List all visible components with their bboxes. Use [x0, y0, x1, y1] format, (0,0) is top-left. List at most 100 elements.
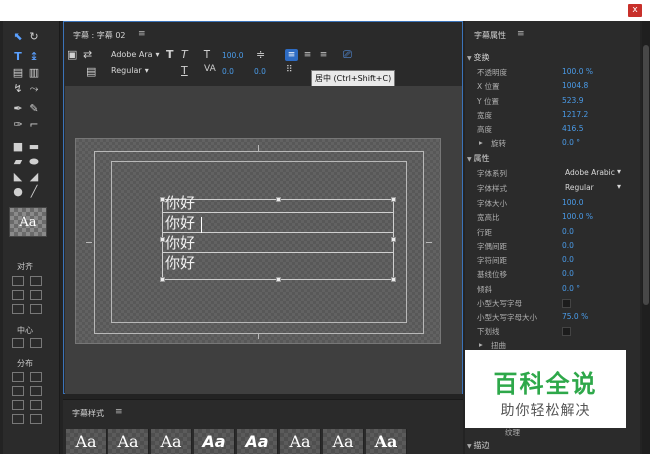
font-size-value[interactable]: 100.0: [562, 198, 583, 207]
slant-value[interactable]: 0.0 °: [562, 284, 580, 293]
center-vertical-icon[interactable]: [30, 338, 42, 348]
distribute-center-v-icon[interactable]: [30, 386, 42, 396]
pen-tool-icon[interactable]: ✒: [11, 102, 25, 116]
underline-icon[interactable]: T: [181, 64, 188, 77]
delete-anchor-tool-icon[interactable]: ✎: [27, 102, 41, 116]
style-sample[interactable]: Aa: [280, 429, 321, 454]
kerning-value[interactable]: 0.0: [222, 67, 234, 76]
style-sample[interactable]: Aa: [151, 429, 192, 454]
aspect-value[interactable]: 100.0 %: [562, 212, 593, 221]
templates-icon[interactable]: ▤: [86, 65, 96, 78]
style-sample[interactable]: Aa: [108, 429, 149, 454]
small-caps-size-value[interactable]: 75.0 %: [562, 312, 588, 321]
styles-menu-icon[interactable]: ≡: [115, 407, 123, 417]
title-text-line[interactable]: 你好: [165, 194, 195, 212]
properties-menu-icon[interactable]: ≡: [517, 29, 525, 39]
resize-handle[interactable]: [276, 197, 281, 202]
chevron-down-icon[interactable]: ▾: [617, 167, 621, 176]
selection-tool-icon[interactable]: ⬉: [11, 30, 25, 44]
rotation-value[interactable]: 0.0 °: [562, 138, 580, 147]
rotation-expand-icon[interactable]: ▸: [479, 138, 483, 147]
line-tool-icon[interactable]: ╱: [27, 185, 41, 199]
leading-value[interactable]: 0.0: [254, 67, 266, 76]
align-right-button[interactable]: ≡: [317, 49, 330, 61]
rectangle-tool-icon[interactable]: ■: [11, 140, 25, 154]
align-center-button[interactable]: ≡: [301, 49, 314, 61]
distribute-top-icon[interactable]: [30, 372, 42, 382]
title-canvas[interactable]: 你好 你好 你好 你好: [75, 138, 441, 344]
arc-tool-icon[interactable]: ◢: [27, 170, 41, 184]
style-swatch[interactable]: Aa: [9, 207, 47, 237]
resize-handle[interactable]: [391, 237, 396, 242]
style-sample[interactable]: Aa: [194, 429, 235, 454]
distribute-left-icon[interactable]: [12, 372, 24, 382]
path-type-tool-icon[interactable]: ↯: [11, 82, 25, 96]
vertical-area-type-tool-icon[interactable]: ▥: [27, 66, 41, 80]
distort-expand-icon[interactable]: ▸: [479, 340, 483, 349]
align-left-icon[interactable]: [12, 276, 24, 286]
title-tab[interactable]: 字幕 : 字幕 02: [73, 30, 126, 41]
resize-handle[interactable]: [276, 277, 281, 282]
vertical-path-type-tool-icon[interactable]: ⤳: [27, 82, 41, 96]
style-sample[interactable]: Aa: [366, 429, 407, 454]
resize-handle[interactable]: [160, 277, 165, 282]
stroke-section[interactable]: 描边: [467, 440, 490, 451]
distribute-center-h-icon[interactable]: [12, 386, 24, 396]
clipped-rectangle-tool-icon[interactable]: ▬: [27, 140, 41, 154]
y-position-value[interactable]: 523.9: [562, 96, 583, 105]
x-position-value[interactable]: 1004.8: [562, 81, 588, 90]
distribute-right-icon[interactable]: [12, 400, 24, 410]
tab-stops-icon[interactable]: ⠿: [286, 65, 293, 75]
type-tool-icon[interactable]: T: [11, 50, 25, 64]
distribute-bottom-icon[interactable]: [30, 400, 42, 410]
resize-handle[interactable]: [391, 197, 396, 202]
small-caps-checkbox[interactable]: [562, 299, 571, 308]
align-right-icon[interactable]: [12, 304, 24, 314]
bold-icon[interactable]: T: [166, 48, 174, 61]
font-style-dropdown[interactable]: Regular: [111, 66, 149, 75]
font-family-dropdown[interactable]: Adobe Ara: [111, 50, 160, 59]
resize-handle[interactable]: [391, 277, 396, 282]
width-value[interactable]: 1217.2: [562, 110, 588, 119]
area-type-tool-icon[interactable]: ▤: [11, 66, 25, 80]
resize-handle[interactable]: [160, 237, 165, 242]
italic-icon[interactable]: T: [181, 48, 188, 61]
align-left-button[interactable]: ≡: [285, 49, 298, 61]
distribute-h-space-icon[interactable]: [12, 414, 24, 424]
rounded-corner-tool-icon[interactable]: ⬬: [27, 155, 41, 169]
opacity-value[interactable]: 100.0 %: [562, 67, 593, 76]
convert-anchor-tool-icon[interactable]: ⌐: [27, 118, 41, 132]
align-center-h-icon[interactable]: [12, 290, 24, 300]
style-sample[interactable]: Aa: [323, 429, 364, 454]
close-button[interactable]: x: [628, 4, 642, 17]
distribute-v-space-icon[interactable]: [30, 414, 42, 424]
style-sample[interactable]: Aa: [66, 429, 107, 454]
new-title-icon[interactable]: ▣: [67, 48, 77, 61]
add-anchor-tool-icon[interactable]: ✑: [11, 118, 25, 132]
kerning-value[interactable]: 0.0: [562, 241, 574, 250]
underline-checkbox[interactable]: [562, 327, 571, 336]
title-text-line[interactable]: 你好: [165, 234, 195, 252]
panel-menu-icon[interactable]: ≡: [138, 29, 146, 39]
chevron-down-icon[interactable]: ▾: [617, 182, 621, 191]
text-bounding-box[interactable]: 你好 你好 你好 你好: [160, 194, 396, 282]
properties-section[interactable]: 属性: [467, 153, 490, 164]
align-bottom-icon[interactable]: [30, 304, 42, 314]
tracking-value[interactable]: 0.0: [562, 255, 574, 264]
title-text-line[interactable]: 你好: [165, 254, 195, 272]
properties-scrollbar[interactable]: [642, 21, 650, 454]
center-horizontal-icon[interactable]: [12, 338, 24, 348]
vertical-type-tool-icon[interactable]: ↨: [27, 50, 41, 64]
ellipse-tool-icon[interactable]: ●: [11, 185, 25, 199]
title-text-line[interactable]: 你好: [165, 214, 195, 232]
roll-crawl-icon[interactable]: ⇄: [83, 48, 92, 61]
height-value[interactable]: 416.5: [562, 124, 583, 133]
align-center-v-icon[interactable]: [30, 290, 42, 300]
transform-section[interactable]: 变换: [467, 52, 490, 63]
scrollbar-thumb[interactable]: [643, 45, 649, 305]
leading-value[interactable]: 0.0: [562, 227, 574, 236]
align-top-icon[interactable]: [30, 276, 42, 286]
baseline-shift-value[interactable]: 0.0: [562, 269, 574, 278]
rotation-tool-icon[interactable]: ↻: [27, 30, 41, 44]
show-background-video-icon[interactable]: ⎚: [343, 48, 352, 62]
